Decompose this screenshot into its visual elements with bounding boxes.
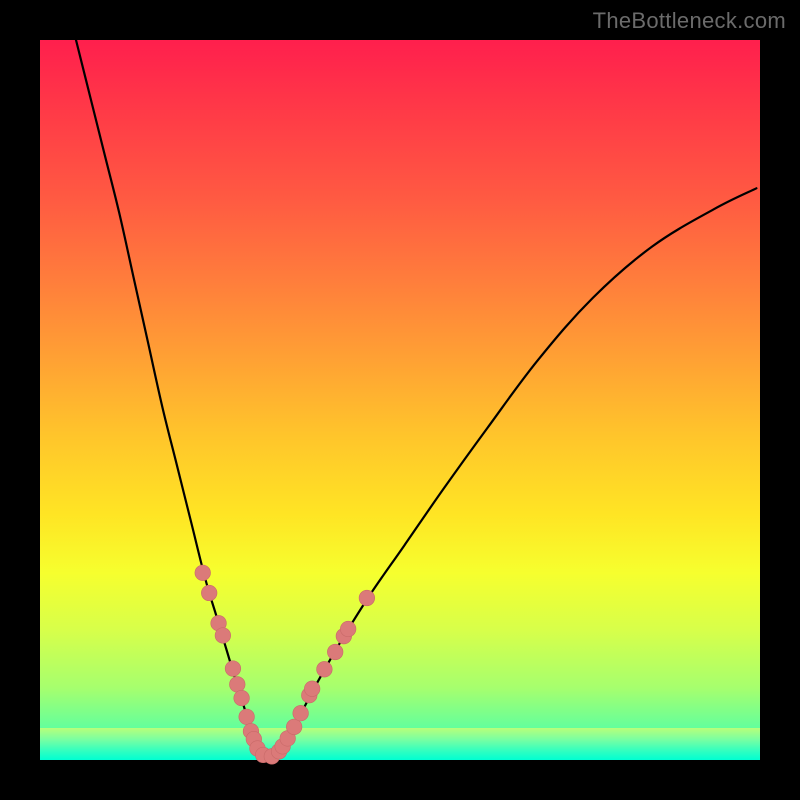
marker-dot (317, 661, 333, 677)
marker-dot (225, 661, 241, 677)
marker-dot (195, 565, 211, 581)
curve-left (76, 40, 258, 751)
marker-dot (201, 585, 217, 601)
curve-group (76, 40, 756, 757)
chart-svg (40, 40, 760, 760)
marker-dot (304, 681, 320, 697)
marker-dot (234, 690, 250, 706)
marker-dots (195, 565, 375, 764)
marker-dot (340, 621, 356, 637)
chart-frame: TheBottleneck.com (0, 0, 800, 800)
marker-dot (293, 705, 309, 721)
marker-dot (359, 590, 375, 606)
marker-dot (215, 628, 231, 644)
watermark-text: TheBottleneck.com (593, 8, 786, 34)
marker-dot (229, 677, 245, 693)
curve-right (280, 188, 757, 750)
marker-dot (327, 644, 343, 660)
marker-dot (239, 709, 255, 725)
plot-area (40, 40, 760, 760)
marker-dot (286, 719, 302, 735)
